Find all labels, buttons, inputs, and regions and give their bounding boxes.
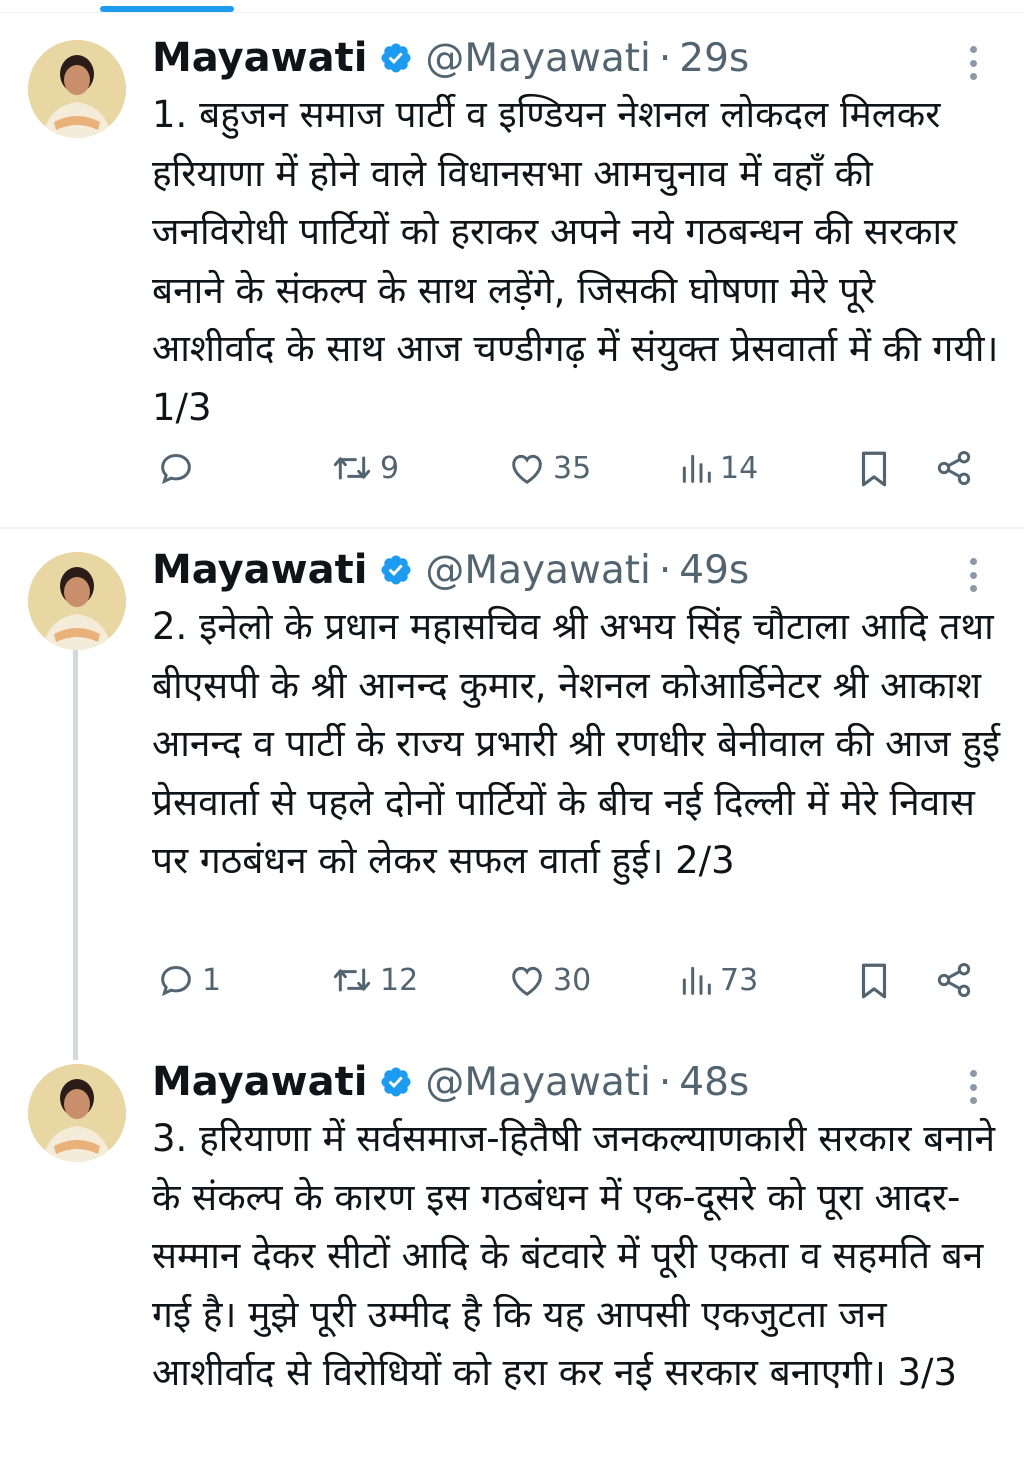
more-options-icon[interactable] — [968, 46, 978, 80]
like-icon — [512, 454, 542, 484]
like-button[interactable]: 35 — [507, 448, 591, 488]
like-count: 30 — [553, 962, 592, 998]
reply-count: 1 — [202, 962, 222, 998]
bookmark-button[interactable] — [856, 448, 892, 490]
tweet-header: Mayawati @Mayawati · 29s — [152, 32, 749, 84]
retweet-icon — [333, 968, 371, 992]
avatar[interactable] — [28, 40, 126, 138]
retweet-icon — [333, 456, 371, 480]
tweet-text: 2. इनेलो के प्रधान महासचिव श्री अभय सिंह… — [152, 605, 1001, 882]
action-bar: 9 35 14 — [0, 448, 1024, 508]
tweet-text: 3. हरियाणा में सर्वसमाज-हितैषी जनकल्याणक… — [152, 1117, 996, 1394]
verified-badge-icon — [379, 553, 413, 587]
share-icon — [937, 451, 971, 485]
retweet-button[interactable]: 12 — [330, 960, 418, 1000]
share-icon — [937, 963, 971, 997]
author-name[interactable]: Mayawati — [152, 1059, 367, 1105]
views-count: 73 — [720, 962, 759, 998]
retweet-count: 12 — [380, 962, 419, 998]
author-handle[interactable]: @Mayawati — [425, 36, 650, 81]
author-handle[interactable]: @Mayawati — [425, 1060, 650, 1105]
avatar-image — [28, 40, 126, 138]
action-bar: 1 12 30 73 — [0, 960, 1024, 1020]
verified-badge-icon — [379, 1065, 413, 1099]
timestamp[interactable]: 29s — [679, 36, 749, 81]
reply-icon — [161, 453, 191, 485]
views-icon — [682, 966, 711, 995]
author-name[interactable]: Mayawati — [152, 547, 367, 593]
views-count: 14 — [720, 450, 759, 486]
views-icon — [682, 454, 711, 483]
more-options-icon[interactable] — [968, 558, 978, 592]
bookmark-button[interactable] — [856, 960, 892, 1002]
separator-dot: · — [658, 35, 672, 81]
avatar-image — [28, 552, 126, 650]
views-button[interactable]: 14 — [678, 448, 758, 488]
reply-button[interactable] — [156, 448, 202, 488]
tweet-2[interactable]: Mayawati @Mayawati · 49s 2. इनेलो के प्र… — [0, 540, 1024, 1040]
tweet-divider — [0, 527, 1024, 529]
share-button[interactable] — [934, 448, 974, 488]
separator-dot: · — [658, 547, 672, 593]
author-name[interactable]: Mayawati — [152, 35, 367, 81]
reply-icon — [161, 965, 191, 997]
share-button[interactable] — [934, 960, 974, 1000]
tweet-3[interactable]: Mayawati @Mayawati · 48s 3. हरियाणा में … — [0, 1052, 1024, 1480]
timestamp[interactable]: 48s — [679, 1060, 749, 1105]
header-divider — [0, 12, 1024, 13]
tweet-header: Mayawati @Mayawati · 48s — [152, 1056, 749, 1108]
tweet-1[interactable]: Mayawati @Mayawati · 29s 1. बहुजन समाज प… — [0, 28, 1024, 524]
separator-dot: · — [658, 1059, 672, 1105]
avatar-image — [28, 1064, 126, 1162]
verified-badge-icon — [379, 41, 413, 75]
like-icon — [512, 966, 542, 996]
retweet-button[interactable]: 9 — [330, 448, 399, 488]
bookmark-icon — [861, 451, 887, 487]
tweet-text: 1. बहुजन समाज पार्टी व इण्डियन नेशनल लोक… — [152, 93, 999, 429]
like-count: 35 — [553, 450, 592, 486]
reply-button[interactable]: 1 — [156, 960, 221, 1000]
author-handle[interactable]: @Mayawati — [425, 548, 650, 593]
avatar[interactable] — [28, 1064, 126, 1162]
timestamp[interactable]: 49s — [679, 548, 749, 593]
bookmark-icon — [861, 963, 887, 999]
more-options-icon[interactable] — [968, 1070, 978, 1104]
avatar[interactable] — [28, 552, 126, 650]
retweet-count: 9 — [380, 450, 400, 486]
views-button[interactable]: 73 — [678, 960, 758, 1000]
tweet-header: Mayawati @Mayawati · 49s — [152, 544, 749, 596]
like-button[interactable]: 30 — [507, 960, 591, 1000]
